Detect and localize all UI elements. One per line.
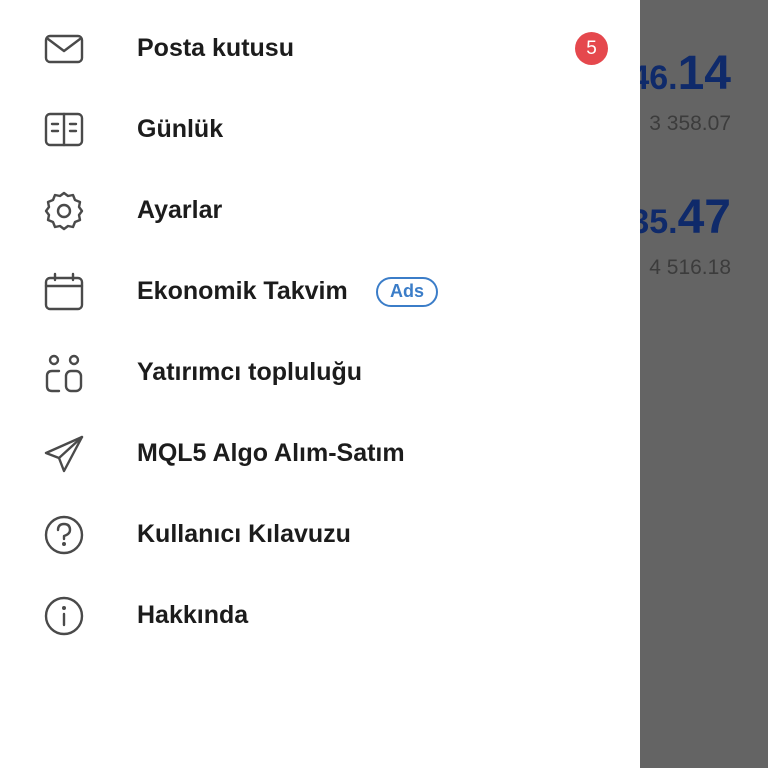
menu-item-settings[interactable]: Ayarlar	[0, 170, 640, 251]
menu-item-label: MQL5 Algo Alım-Satım	[137, 439, 405, 467]
menu-item-about[interactable]: Hakkında	[0, 575, 640, 656]
help-icon	[42, 513, 86, 557]
menu-item-user-guide[interactable]: Kullanıcı Kılavuzu	[0, 494, 640, 575]
ads-badge: Ads	[376, 276, 439, 307]
menu-item-label: Kullanıcı Kılavuzu	[137, 520, 351, 548]
quote-1-price: 46.14	[630, 50, 731, 98]
quote-2: 35.47 4 516.18	[630, 194, 731, 280]
send-icon	[42, 432, 86, 476]
menu-item-investor-community[interactable]: Yatırımcı topluluğu	[0, 332, 640, 413]
calendar-icon	[42, 270, 86, 314]
menu-item-mailbox[interactable]: Posta kutusu 5	[0, 8, 640, 89]
mail-icon	[42, 27, 86, 71]
quote-1-price-big: 14	[677, 47, 731, 100]
menu-item-label: Ayarlar	[137, 196, 223, 224]
unread-count-badge: 5	[575, 32, 608, 65]
journal-icon	[42, 108, 86, 152]
menu-item-economic-calendar[interactable]: Ekonomik Takvim Ads	[0, 251, 640, 332]
menu-item-label: Hakkında	[137, 601, 249, 629]
info-icon	[42, 594, 86, 638]
quote-2-sub: 4 516.18	[649, 256, 731, 279]
menu-item-label: Posta kutusu	[137, 34, 294, 62]
menu-item-label: Ekonomik Takvim	[137, 277, 348, 305]
quote-1-sub: 3 358.07	[649, 112, 731, 135]
screen: 46.14 3 358.07 35.47 4 516.18 Posta kutu…	[0, 0, 768, 768]
menu-item-mql5-algo-trading[interactable]: MQL5 Algo Alım-Satım	[0, 413, 640, 494]
menu-item-label: Yatırımcı topluluğu	[137, 358, 363, 386]
menu-item-label: Günlük	[137, 115, 224, 143]
navigation-drawer: Posta kutusu 5 Günlük Ayarlar Ekonomik T…	[0, 0, 640, 768]
community-icon	[42, 351, 86, 395]
quote-1: 46.14 3 358.07	[630, 50, 731, 136]
gear-icon	[42, 189, 86, 233]
quote-2-price-big: 47	[677, 191, 731, 244]
quote-2-price: 35.47	[630, 194, 731, 242]
menu-item-journal[interactable]: Günlük	[0, 89, 640, 170]
